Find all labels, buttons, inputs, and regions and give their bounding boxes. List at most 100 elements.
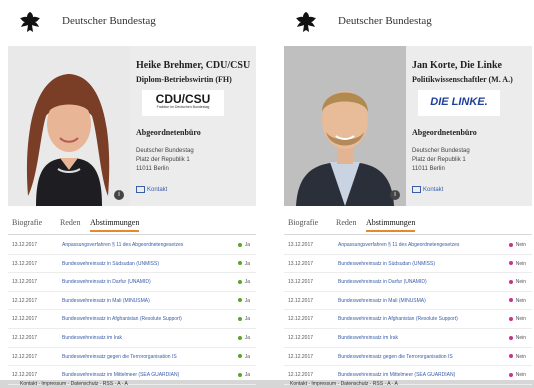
tab-reden[interactable]: Reden — [60, 218, 80, 227]
office-title: Abgeordnetenbüro — [412, 128, 477, 137]
member-profession: Diplom-Betriebswirtin (FH) — [136, 75, 232, 84]
office-title: Abgeordnetenbüro — [136, 128, 201, 137]
vote-result: Nein — [508, 279, 526, 286]
address-line: Deutscher Bundestag — [136, 148, 194, 154]
info-icon[interactable]: i — [114, 190, 124, 200]
vote-row[interactable]: 12.12.2017 Bundeswehreinsatz gegen die Te… — [8, 348, 256, 367]
vote-date: 12.12.2017 — [288, 372, 314, 379]
vote-label: Ja — [244, 353, 250, 360]
member-photo: i — [284, 46, 406, 206]
contact-link-label: Kontakt — [423, 187, 444, 194]
party-logo: CDU/CSU Fraktion im Deutschen Bundestag — [142, 90, 224, 116]
vote-result: Nein — [508, 334, 526, 341]
vote-topic-link[interactable]: Bundeswehreinsatz im Mittelmeer (SEA GUA… — [338, 372, 455, 378]
bundestag-eagle-icon[interactable] — [18, 10, 42, 34]
profile-panel-1: Deutscher Bundestag i Heike Brehmer, CDU/C… — [8, 0, 256, 388]
contact-link[interactable]: Kontakt — [136, 186, 167, 193]
vote-label: Ja — [244, 279, 250, 286]
vote-date: 13.12.2017 — [288, 242, 314, 248]
vote-label: Nein — [515, 260, 526, 267]
vote-dot-icon — [237, 242, 242, 247]
member-name: Jan Korte, Die Linke — [412, 60, 502, 71]
address-line: Platz der Republik 1 — [136, 157, 190, 163]
site-header: Deutscher Bundestag — [8, 0, 256, 46]
vote-result: Ja — [237, 298, 250, 304]
footer-links[interactable]: Kontakt · Impressum · Datenschutz · RSS … — [290, 381, 398, 387]
vote-topic-link[interactable]: Bundeswehreinsatz im Irak — [62, 335, 122, 341]
vote-result: Ja — [237, 261, 250, 267]
vote-date: 13.12.2017 — [288, 260, 314, 267]
vote-label: Nein — [515, 353, 526, 360]
vote-topic-link[interactable]: Anpassungsverfahren § 11 des Abgeordnete… — [338, 242, 459, 248]
vote-label: Nein — [515, 334, 526, 341]
vote-label: Nein — [515, 279, 526, 286]
vote-dot-icon — [508, 317, 513, 322]
vote-result: Ja — [237, 372, 250, 378]
member-profession: Politikwissenschaftler (M. A.) — [412, 75, 513, 84]
vote-row[interactable]: 12.12.2017 Bundeswehreinsatz gegen die Te… — [284, 348, 532, 367]
vote-row[interactable]: 13.12.2017 Bundeswehreinsatz in Darfur (U… — [8, 273, 256, 292]
footer-links[interactable]: Kontakt · Impressum · Datenschutz · RSS … — [20, 381, 128, 387]
vote-topic-link[interactable]: Bundeswehreinsatz im Mittelmeer (SEA GUA… — [62, 372, 179, 378]
vote-result: Ja — [237, 335, 250, 341]
vote-topic-link[interactable]: Bundeswehreinsatz in Darfur (UNAMID) — [338, 279, 427, 285]
vote-topic-link[interactable]: Anpassungsverfahren § 11 des Abgeordnete… — [62, 242, 183, 248]
bundestag-eagle-icon[interactable] — [294, 10, 318, 34]
vote-label: Nein — [515, 316, 526, 323]
vote-date: 12.12.2017 — [288, 353, 314, 360]
address-line: 11011 Berlin — [412, 166, 445, 172]
mail-icon — [136, 186, 145, 193]
tab-bar: Biografie Reden Abstimmungen — [284, 214, 532, 235]
info-icon[interactable]: i — [390, 190, 400, 200]
vote-row[interactable]: 12.12.2017 Bundeswehreinsatz im Irak Nein — [284, 329, 532, 348]
tab-abstimmungen[interactable]: Abstimmungen — [366, 218, 416, 232]
vote-topic-link[interactable]: Bundeswehreinsatz im Irak — [338, 335, 398, 341]
vote-topic-link[interactable]: Bundeswehreinsatz in Afghanistan (Resolu… — [338, 316, 458, 322]
vote-dot-icon — [508, 372, 513, 377]
vote-label: Nein — [515, 297, 526, 304]
party-logo-text: CDU/CSU — [155, 92, 211, 106]
vote-date: 13.12.2017 — [288, 279, 314, 286]
vote-row[interactable]: 12.12.2017 Bundeswehreinsatz in Mali (MIN… — [8, 292, 256, 311]
vote-row[interactable]: 13.12.2017 Bundeswehreinsatz in Südsudan … — [284, 255, 532, 274]
vote-date: 13.12.2017 — [12, 279, 38, 286]
vote-topic-link[interactable]: Bundeswehreinsatz in Darfur (UNAMID) — [62, 279, 151, 285]
vote-topic-link[interactable]: Bundeswehreinsatz gegen die Terrororgani… — [62, 354, 177, 360]
site-title[interactable]: Deutscher Bundestag — [62, 15, 156, 27]
vote-topic-link[interactable]: Bundeswehreinsatz in Südsudan (UNMISS) — [338, 261, 435, 267]
vote-topic-link[interactable]: Bundeswehreinsatz in Südsudan (UNMISS) — [62, 261, 159, 267]
party-logo: DIE LINKE. — [418, 90, 500, 116]
vote-label: Nein — [515, 242, 526, 248]
site-title[interactable]: Deutscher Bundestag — [338, 15, 432, 27]
tab-biografie[interactable]: Biografie — [12, 218, 42, 227]
vote-row[interactable]: 13.12.2017 Bundeswehreinsatz in Darfur (U… — [284, 273, 532, 292]
vote-row[interactable]: 12.12.2017 Bundeswehreinsatz in Afghanist… — [8, 310, 256, 329]
vote-topic-link[interactable]: Bundeswehreinsatz in Mali (MINUSMA) — [338, 298, 426, 304]
tab-biografie[interactable]: Biografie — [288, 218, 318, 227]
contact-link[interactable]: Kontakt — [412, 186, 443, 193]
vote-dot-icon — [508, 335, 513, 340]
vote-row[interactable]: 12.12.2017 Bundeswehreinsatz in Afghanist… — [284, 310, 532, 329]
vote-date: 12.12.2017 — [12, 334, 38, 341]
vote-result: Nein — [508, 297, 526, 304]
vote-topic-link[interactable]: Bundeswehreinsatz gegen die Terrororgani… — [338, 354, 453, 360]
votes-list: 13.12.2017 Anpassungsverfahren § 11 des A… — [8, 236, 256, 385]
vote-topic-link[interactable]: Bundeswehreinsatz in Afghanistan (Resolu… — [62, 316, 182, 322]
vote-row[interactable]: 13.12.2017 Bundeswehreinsatz in Südsudan … — [8, 255, 256, 274]
vote-row[interactable]: 12.12.2017 Bundeswehreinsatz in Mali (MIN… — [284, 292, 532, 311]
address-line: 11011 Berlin — [136, 166, 169, 172]
vote-result: Nein — [508, 372, 526, 378]
vote-date: 12.12.2017 — [12, 353, 38, 360]
vote-row[interactable]: 12.12.2017 Bundeswehreinsatz im Irak Ja — [8, 329, 256, 348]
vote-row[interactable]: 13.12.2017 Anpassungsverfahren § 11 des A… — [8, 236, 256, 255]
tab-reden[interactable]: Reden — [336, 218, 356, 227]
vote-dot-icon — [508, 261, 513, 266]
vote-row[interactable]: 13.12.2017 Anpassungsverfahren § 11 des A… — [284, 236, 532, 255]
vote-topic-link[interactable]: Bundeswehreinsatz in Mali (MINUSMA) — [62, 298, 150, 304]
party-logo-subtitle: Fraktion im Deutschen Bundestag — [156, 105, 210, 109]
tab-abstimmungen[interactable]: Abstimmungen — [90, 218, 140, 232]
profile-panel-2: Deutscher Bundestag i Jan Korte, Die Linke… — [284, 0, 532, 388]
mail-icon — [412, 186, 421, 193]
vote-dot-icon — [508, 279, 513, 284]
votes-list: 13.12.2017 Anpassungsverfahren § 11 des A… — [284, 236, 532, 385]
